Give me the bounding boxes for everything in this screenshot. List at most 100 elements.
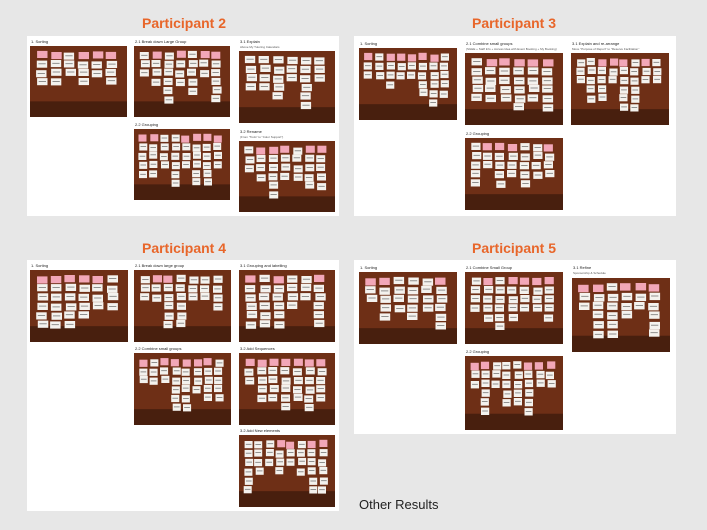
card-text-line bbox=[270, 166, 277, 168]
card-text-line bbox=[482, 373, 489, 375]
index-card bbox=[587, 66, 596, 74]
card-text-line bbox=[216, 362, 223, 364]
card-text-line bbox=[248, 76, 256, 78]
card-sort-photo bbox=[465, 272, 563, 344]
sticky-note bbox=[152, 275, 162, 283]
card-text-line bbox=[496, 317, 503, 318]
sticky-note bbox=[163, 275, 173, 283]
card-text-line bbox=[65, 63, 73, 65]
sticky-note bbox=[152, 51, 162, 59]
card-text-line bbox=[485, 288, 492, 290]
card-text-line bbox=[261, 67, 269, 69]
card-text-line bbox=[654, 78, 660, 80]
section-note: (From "Todo" to "Color Support") bbox=[240, 135, 284, 139]
card-sort-photo bbox=[571, 53, 669, 125]
card-text-line bbox=[166, 315, 173, 317]
card-text-line bbox=[194, 154, 200, 156]
card-text-line bbox=[164, 323, 172, 325]
card-text-line bbox=[534, 174, 542, 176]
section-note: Sponsorship & Schedule bbox=[573, 271, 606, 275]
sticky-note bbox=[547, 361, 556, 369]
card-text-line bbox=[261, 277, 269, 279]
index-card bbox=[502, 380, 511, 389]
card-text-line bbox=[248, 305, 256, 307]
card-text-line bbox=[320, 469, 327, 471]
card-text-line bbox=[510, 299, 517, 300]
card-text-line bbox=[205, 181, 211, 183]
sticky-note bbox=[273, 276, 284, 284]
index-card bbox=[418, 81, 427, 89]
card-text-line bbox=[424, 298, 432, 300]
card-text-line bbox=[165, 63, 173, 65]
participant-4-panel: 1. Sorting 2.1 Break down large group 2.… bbox=[27, 260, 339, 511]
index-card bbox=[470, 170, 481, 178]
index-card bbox=[163, 284, 173, 292]
index-card bbox=[246, 311, 258, 319]
card-text-line bbox=[164, 89, 172, 91]
card-text-line bbox=[438, 298, 446, 300]
card-text-line bbox=[195, 371, 201, 372]
card-text-line bbox=[650, 332, 658, 334]
card-text-line bbox=[205, 370, 211, 372]
card-text-line bbox=[295, 176, 302, 178]
section-label: 1. Sorting bbox=[360, 265, 378, 270]
sticky-note bbox=[176, 50, 186, 58]
card-text-line bbox=[395, 279, 403, 281]
card-text-line bbox=[486, 70, 494, 71]
card-text-line bbox=[153, 71, 161, 73]
card-text-line bbox=[289, 59, 297, 61]
card-text-line bbox=[246, 297, 255, 299]
card-text-line bbox=[245, 149, 252, 151]
sticky-note bbox=[495, 142, 505, 151]
card-text-line bbox=[190, 62, 197, 64]
card-text-line bbox=[381, 290, 389, 292]
section-label: 1. Sorting bbox=[360, 41, 378, 46]
sticky-note bbox=[514, 59, 525, 67]
sticky-note bbox=[499, 58, 510, 66]
card-text-line bbox=[502, 89, 510, 90]
card-text-line bbox=[177, 81, 184, 83]
card-text-line bbox=[307, 370, 314, 371]
card-text-line bbox=[497, 289, 504, 291]
sticky-note bbox=[182, 359, 191, 367]
card-text-line bbox=[496, 164, 504, 166]
card-text-line bbox=[301, 296, 309, 297]
sticky-note bbox=[316, 359, 326, 367]
card-text-line bbox=[80, 314, 88, 315]
card-text-line bbox=[482, 382, 489, 384]
card-text-line bbox=[245, 471, 252, 473]
card-text-line bbox=[546, 298, 553, 299]
sticky-note bbox=[280, 145, 290, 153]
card-text-line bbox=[172, 397, 179, 399]
card-text-line bbox=[473, 280, 480, 282]
card-text-line bbox=[275, 305, 283, 306]
sticky-note bbox=[37, 276, 48, 284]
sticky-note bbox=[105, 51, 117, 59]
card-text-line bbox=[294, 389, 301, 390]
card-text-line bbox=[305, 398, 312, 399]
sticky-note bbox=[365, 278, 376, 286]
card-text-line bbox=[150, 147, 156, 148]
card-text-line bbox=[396, 289, 404, 291]
card-text-line bbox=[65, 314, 74, 316]
card-text-line bbox=[142, 63, 149, 64]
card-text-line bbox=[609, 296, 617, 298]
card-text-line bbox=[631, 71, 637, 72]
card-text-line bbox=[364, 74, 371, 76]
card-text-line bbox=[515, 106, 523, 107]
card-text-line bbox=[484, 155, 491, 157]
card-text-line bbox=[261, 77, 269, 78]
sticky-note bbox=[78, 52, 89, 60]
card-text-line bbox=[500, 70, 509, 72]
card-text-line bbox=[205, 396, 211, 398]
card-text-line bbox=[201, 279, 209, 281]
card-text-line bbox=[80, 305, 89, 307]
card-text-line bbox=[632, 62, 639, 63]
index-card bbox=[471, 370, 480, 378]
card-sort-photo bbox=[359, 272, 457, 344]
card-text-line bbox=[544, 98, 552, 99]
sticky-note bbox=[523, 362, 533, 370]
card-text-line bbox=[521, 146, 529, 147]
card-text-line bbox=[316, 68, 324, 70]
sticky-note bbox=[194, 359, 203, 367]
